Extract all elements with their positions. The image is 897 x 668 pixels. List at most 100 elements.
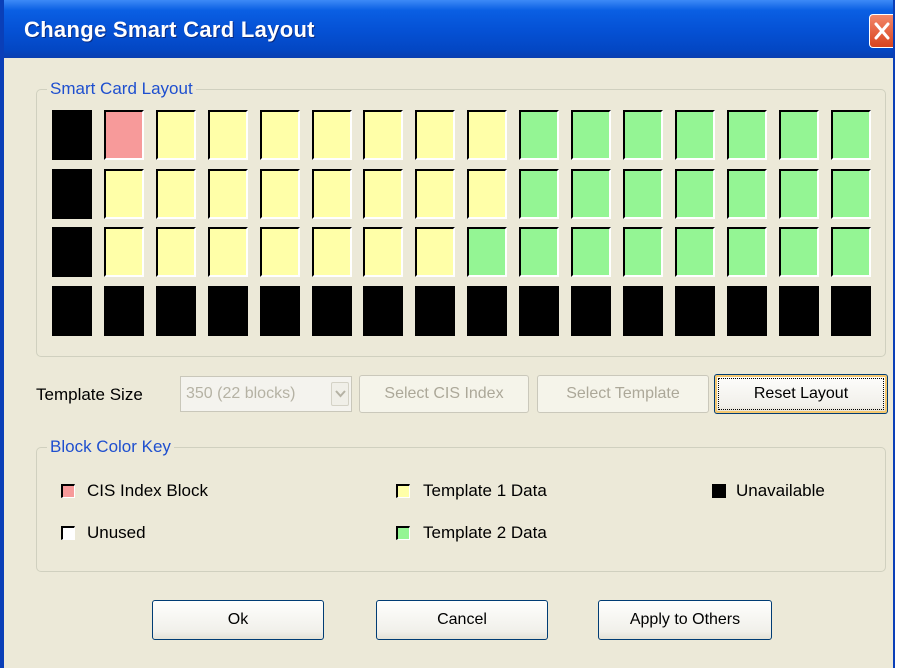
block-template1[interactable] xyxy=(260,110,300,160)
block-unavailable[interactable] xyxy=(415,286,455,336)
block-template1[interactable] xyxy=(312,227,352,277)
block-unavailable[interactable] xyxy=(571,286,611,336)
reset-layout-button[interactable]: Reset Layout xyxy=(714,374,888,414)
block-template2[interactable] xyxy=(519,169,559,219)
block-unavailable[interactable] xyxy=(52,169,92,219)
block-template1[interactable] xyxy=(363,227,403,277)
block-unavailable[interactable] xyxy=(312,286,352,336)
block-unavailable[interactable] xyxy=(363,286,403,336)
apply-to-others-button[interactable]: Apply to Others xyxy=(598,600,772,640)
block-template1[interactable] xyxy=(467,169,507,219)
block-template1[interactable] xyxy=(208,110,248,160)
block-template1[interactable] xyxy=(208,227,248,277)
focus-ring xyxy=(718,378,884,410)
select-template-button[interactable]: Select Template xyxy=(537,375,709,413)
title-bar[interactable]: Change Smart Card Layout xyxy=(4,0,893,58)
block-template1[interactable] xyxy=(363,110,403,160)
block-unavailable[interactable] xyxy=(831,286,871,336)
block-template1[interactable] xyxy=(363,169,403,219)
unavailable-swatch xyxy=(712,484,726,498)
template2-swatch xyxy=(396,526,410,540)
block-template2[interactable] xyxy=(779,169,819,219)
unavailable-key-label: Unavailable xyxy=(736,481,825,500)
select-cis-index-button[interactable]: Select CIS Index xyxy=(359,375,529,413)
smart-card-layout-group: Smart Card Layout xyxy=(36,79,886,357)
ok-label: Ok xyxy=(227,611,249,628)
block-template2[interactable] xyxy=(727,169,767,219)
unused-swatch xyxy=(61,526,75,540)
block-template2[interactable] xyxy=(467,227,507,277)
select-cis-index-label: Select CIS Index xyxy=(384,385,504,402)
template-size-value: 350 (22 blocks) xyxy=(186,385,296,402)
block-template2[interactable] xyxy=(623,169,663,219)
block-template2[interactable] xyxy=(675,110,715,160)
template2-key-label: Template 2 Data xyxy=(423,523,547,542)
block-unavailable[interactable] xyxy=(519,286,559,336)
close-icon xyxy=(874,22,890,40)
block-unavailable[interactable] xyxy=(52,286,92,336)
block-template2[interactable] xyxy=(571,169,611,219)
block-template2[interactable] xyxy=(831,169,871,219)
block-template1[interactable] xyxy=(156,110,196,160)
block-unavailable[interactable] xyxy=(156,286,196,336)
block-template1[interactable] xyxy=(467,110,507,160)
block-unavailable[interactable] xyxy=(675,286,715,336)
window-title: Change Smart Card Layout xyxy=(24,17,315,42)
block-template1[interactable] xyxy=(415,227,455,277)
template-size-select[interactable]: 350 (22 blocks) xyxy=(180,376,352,412)
block-template2[interactable] xyxy=(727,227,767,277)
dialog-window: Change Smart Card Layout Smart Card Layo… xyxy=(0,0,895,668)
block-template2[interactable] xyxy=(675,227,715,277)
ok-button[interactable]: Ok xyxy=(152,600,324,640)
select-template-label: Select Template xyxy=(566,385,680,402)
block-color-key-group: Block Color Key CIS Index Block Template… xyxy=(36,437,886,572)
block-unavailable[interactable] xyxy=(208,286,248,336)
block-unavailable[interactable] xyxy=(52,110,92,160)
block-template2[interactable] xyxy=(519,227,559,277)
template1-swatch xyxy=(396,484,410,498)
block-unavailable[interactable] xyxy=(260,286,300,336)
block-template2[interactable] xyxy=(779,227,819,277)
block-template1[interactable] xyxy=(415,169,455,219)
block-template2[interactable] xyxy=(779,110,819,160)
template-size-label: Template Size xyxy=(36,385,143,404)
block-template1[interactable] xyxy=(104,169,144,219)
block-unavailable[interactable] xyxy=(623,286,663,336)
block-template2[interactable] xyxy=(571,110,611,160)
dropdown-arrow-button[interactable] xyxy=(331,382,349,406)
apply-to-others-label: Apply to Others xyxy=(629,611,741,628)
block-template2[interactable] xyxy=(831,227,871,277)
block-template1[interactable] xyxy=(104,227,144,277)
close-button[interactable] xyxy=(869,14,893,48)
cancel-label: Cancel xyxy=(437,611,487,628)
block-template1[interactable] xyxy=(415,110,455,160)
cancel-button[interactable]: Cancel xyxy=(376,600,548,640)
template1-key-label: Template 1 Data xyxy=(423,481,547,500)
unused-key-label: Unused xyxy=(87,523,146,542)
block-template2[interactable] xyxy=(831,110,871,160)
block-template2[interactable] xyxy=(727,110,767,160)
block-template1[interactable] xyxy=(312,110,352,160)
block-unavailable[interactable] xyxy=(52,227,92,277)
block-template1[interactable] xyxy=(260,169,300,219)
block-template2[interactable] xyxy=(623,110,663,160)
block-template1[interactable] xyxy=(156,227,196,277)
block-template2[interactable] xyxy=(675,169,715,219)
block-template1[interactable] xyxy=(208,169,248,219)
block-template2[interactable] xyxy=(519,110,559,160)
block-unavailable[interactable] xyxy=(727,286,767,336)
block-template1[interactable] xyxy=(156,169,196,219)
block-template1[interactable] xyxy=(312,169,352,219)
block-unavailable[interactable] xyxy=(467,286,507,336)
block-template2[interactable] xyxy=(623,227,663,277)
block-unavailable[interactable] xyxy=(104,286,144,336)
cis-index-key-label: CIS Index Block xyxy=(87,481,208,500)
block-template2[interactable] xyxy=(571,227,611,277)
smart-card-layout-legend: Smart Card Layout xyxy=(47,79,196,99)
block-cis-index[interactable] xyxy=(104,110,144,160)
block-template1[interactable] xyxy=(260,227,300,277)
chevron-down-icon xyxy=(335,390,346,398)
block-unavailable[interactable] xyxy=(779,286,819,336)
block-color-key-legend: Block Color Key xyxy=(47,437,174,457)
cis-index-swatch xyxy=(61,484,75,498)
